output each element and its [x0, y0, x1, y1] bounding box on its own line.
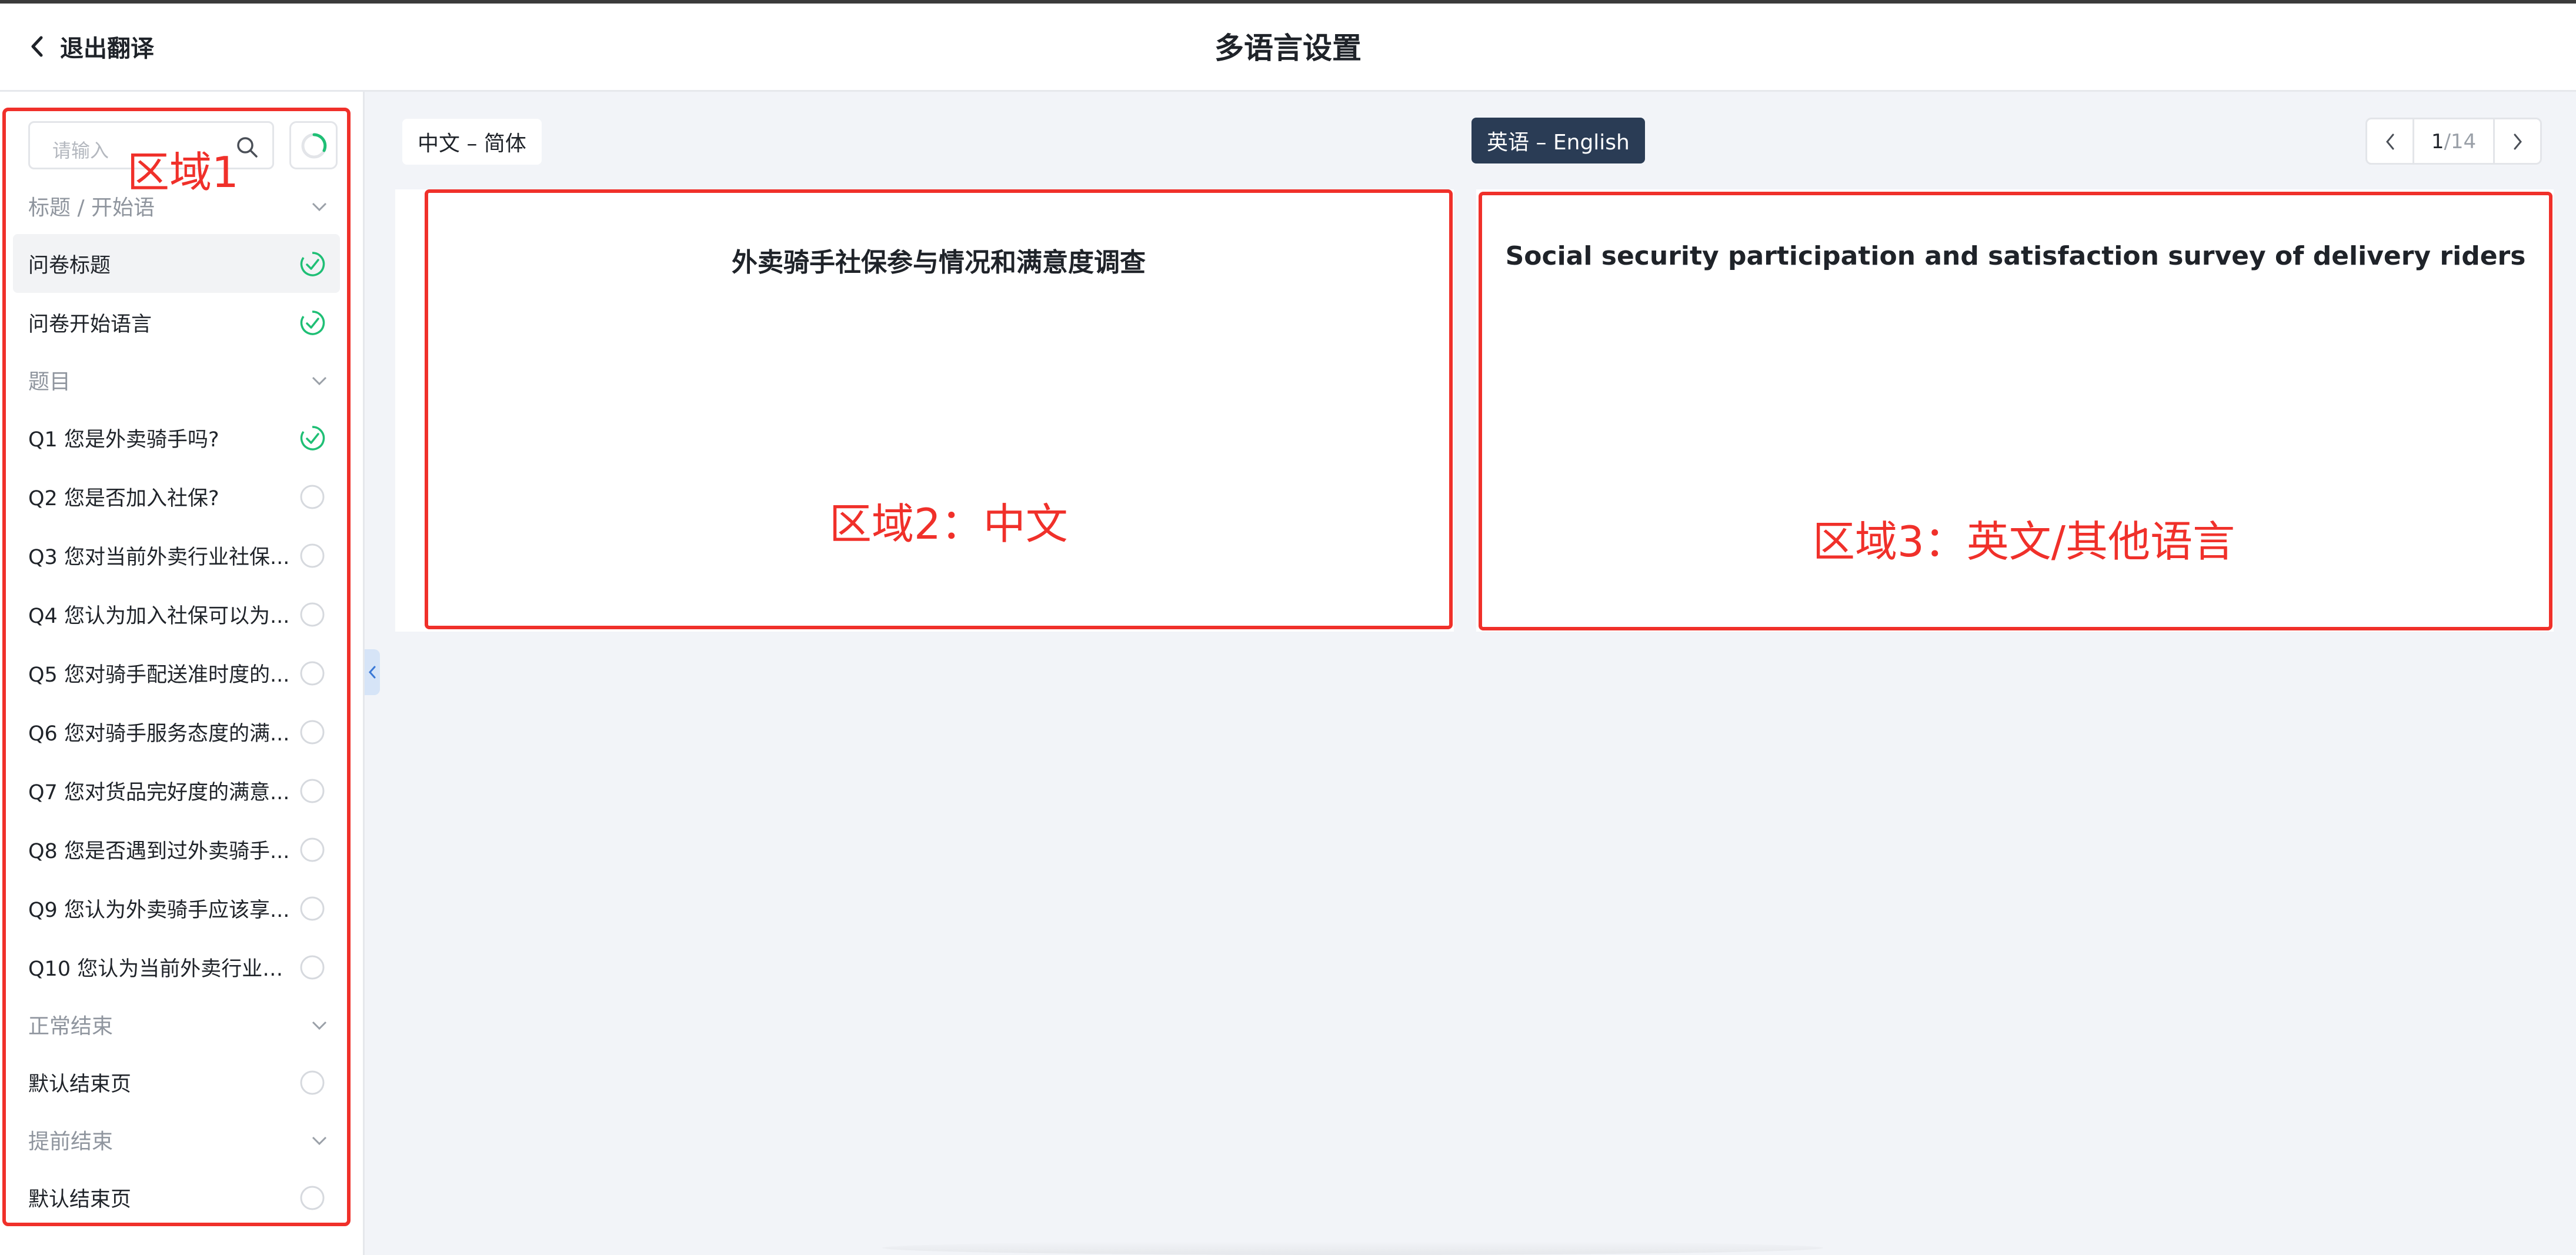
pager-current: 1: [2431, 130, 2444, 153]
empty-circle-icon: [300, 896, 325, 921]
nav-item-label: Q3 您对当前外卖行业社保...: [28, 545, 290, 569]
nav-item-survey-title[interactable]: 问卷标题: [13, 234, 340, 293]
check-circle-icon: [300, 426, 325, 450]
chevron-left-icon: [2386, 133, 2394, 150]
search-placeholder: 请输入: [52, 139, 109, 162]
section-title-questions[interactable]: 题目: [28, 365, 328, 400]
nav-item-label: 问卷标题: [28, 253, 111, 278]
section-label: 正常结束: [28, 1014, 114, 1039]
section-title-early-end[interactable]: 提前结束: [28, 1124, 328, 1160]
pager: 1/14: [2365, 118, 2542, 165]
empty-circle-icon: [300, 955, 325, 980]
empty-circle-icon: [300, 779, 325, 803]
nav-item-label: 默认结束页: [28, 1072, 132, 1096]
nav-item-label: Q7 您对货品完好度的满意...: [28, 780, 290, 805]
empty-circle-icon: [300, 485, 325, 509]
bottom-shadow: [882, 1241, 1823, 1255]
nav-item-label: Q9 您认为外卖骑手应该享...: [28, 898, 290, 922]
section-label: 标题 / 开始语: [28, 196, 155, 220]
nav-item-label: Q6 您对骑手服务态度的满...: [28, 722, 290, 746]
chevron-down-icon: [312, 376, 327, 386]
nav-item-label: Q4 您认为加入社保可以为...: [28, 604, 290, 628]
source-language-label: 中文 – 简体: [402, 119, 542, 165]
pager-prev-button[interactable]: [2367, 119, 2414, 163]
progress-ring-icon: [301, 133, 327, 159]
region2-label: 区域2：中文: [829, 499, 1068, 549]
region3-label: 区域3：英文/其他语言: [1813, 517, 2235, 566]
translation-progress-button[interactable]: [289, 121, 338, 169]
nav-item-survey-intro[interactable]: 问卷开始语言: [13, 293, 340, 352]
pager-total: /14: [2444, 130, 2477, 153]
empty-circle-icon: [300, 602, 325, 627]
nav-item-label: Q2 您是否加入社保?: [28, 486, 219, 510]
top-bar: 退出翻译 多语言设置: [0, 0, 2576, 92]
nav-item-label: 问卷开始语言: [28, 312, 152, 336]
target-language-selector[interactable]: 英语 – English: [1471, 118, 1645, 163]
sidebar: 请输入 区域1 标题 / 开始语 问卷标题 问卷开始语言 题目 Q1 您是外卖骑…: [0, 92, 365, 1255]
page-title: 多语言设置: [1214, 31, 1362, 65]
nav-item-q5[interactable]: Q5 您对骑手配送准时度的...: [13, 643, 340, 702]
empty-circle-icon: [300, 1186, 325, 1210]
translation-title-text[interactable]: Social security participation and satisf…: [1479, 241, 2552, 271]
nav-item-q6[interactable]: Q6 您对骑手服务态度的满...: [13, 702, 340, 761]
collapse-sidebar-button[interactable]: [365, 649, 380, 695]
nav-item-label: Q1 您是外卖骑手吗?: [28, 428, 219, 452]
window-top-edge: [0, 0, 2576, 4]
chevron-left-icon: [368, 666, 376, 679]
nav-item-q3[interactable]: Q3 您对当前外卖行业社保...: [13, 526, 340, 585]
check-circle-icon: [300, 311, 325, 335]
nav-item-q8[interactable]: Q8 您是否遇到过外卖骑手...: [13, 820, 340, 879]
nav-item-q1[interactable]: Q1 您是外卖骑手吗?: [13, 408, 340, 467]
nav-item-label: Q8 您是否遇到过外卖骑手...: [28, 839, 290, 863]
nav-item-q2[interactable]: Q2 您是否加入社保?: [13, 467, 340, 526]
section-label: 题目: [28, 370, 71, 394]
section-label: 提前结束: [28, 1130, 114, 1154]
pager-next-button[interactable]: [2493, 119, 2540, 163]
nav-item-q4[interactable]: Q4 您认为加入社保可以为...: [13, 585, 340, 643]
pager-count: 1/14: [2414, 130, 2493, 153]
section-title-normal-end[interactable]: 正常结束: [28, 1009, 328, 1044]
chevron-down-icon: [312, 1136, 327, 1146]
source-title-text: 外卖骑手社保参与情况和满意度调查: [732, 248, 1146, 278]
empty-circle-icon: [300, 1070, 325, 1095]
empty-circle-icon: [300, 837, 325, 862]
nav-item-q9[interactable]: Q9 您认为外卖骑手应该享...: [13, 879, 340, 937]
nav-item-label: Q10 您认为当前外卖行业对...: [28, 957, 299, 981]
chevron-down-icon: [312, 202, 327, 212]
nav-item-label: 默认结束页: [28, 1187, 132, 1211]
check-circle-icon: [300, 252, 325, 276]
section-title-intro[interactable]: 标题 / 开始语: [28, 191, 328, 226]
nav-item-q7[interactable]: Q7 您对货品完好度的满意...: [13, 761, 340, 820]
chevron-down-icon: [312, 1021, 327, 1030]
empty-circle-icon: [300, 543, 325, 568]
empty-circle-icon: [300, 720, 325, 745]
empty-circle-icon: [300, 661, 325, 686]
nav-item-q10[interactable]: Q10 您认为当前外卖行业对...: [13, 937, 340, 996]
nav-item-default-end-page[interactable]: 默认结束页: [13, 1053, 340, 1112]
chevron-right-icon: [2514, 133, 2522, 150]
nav-item-label: Q5 您对骑手配送准时度的...: [28, 663, 290, 687]
nav-item-early-end-page[interactable]: 默认结束页: [13, 1168, 340, 1227]
